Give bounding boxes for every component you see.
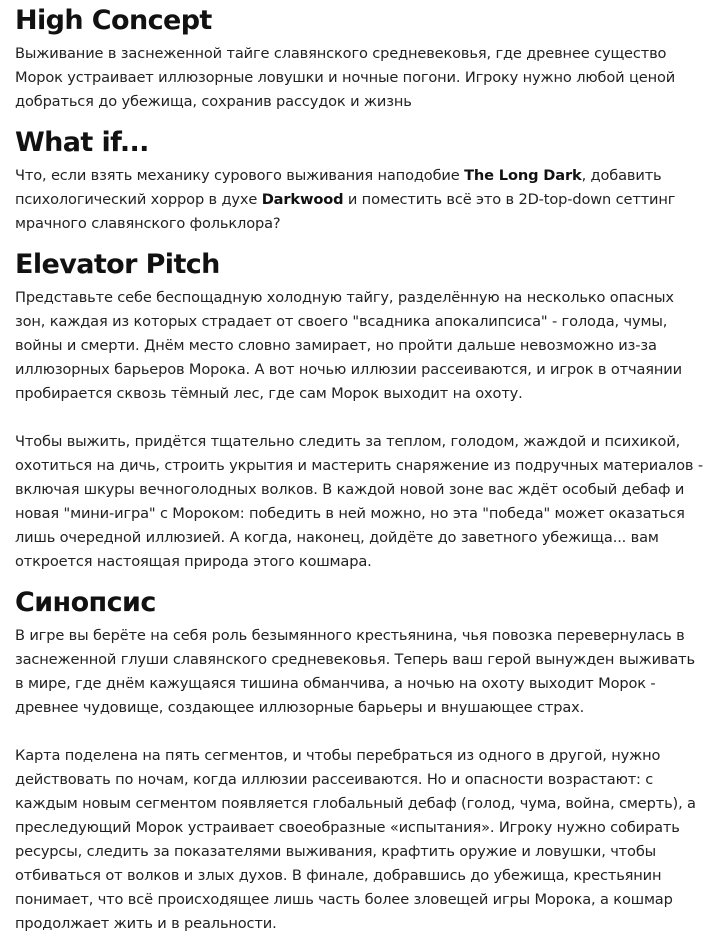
paragraph-elevator-pitch-2: Чтобы выжить, придётся тщательно следить… [15,433,703,570]
heading-elevator-pitch: Elevator Pitch [15,249,220,280]
section-high-concept: High Concept Выживание в заснеженной тай… [15,0,707,114]
paragraph-synopsis-1: В игре вы берёте на себя роль безымянног… [15,627,695,716]
heading-synopsis: Синопсис [15,587,156,618]
paragraph-synopsis-2: Карта поделена на пять сегментов, и чтоб… [15,747,696,932]
paragraph-high-concept: Выживание в заснеженной тайге славянског… [15,45,676,110]
bold-the-long-dark: The Long Dark [464,167,582,184]
heading-high-concept: High Concept [15,5,212,36]
bold-darkwood: Darkwood [261,191,344,208]
what-if-text-1: Что, если взять механику сурового выжива… [15,167,465,184]
section-synopsis: Синопсис В игре вы берёте на себя роль б… [15,582,707,936]
document: High Concept Выживание в заснеженной тай… [15,0,707,936]
heading-what-if: What if... [15,127,149,158]
paragraph-what-if: Что, если взять механику сурового выжива… [15,164,707,236]
section-what-if: What if... Что, если взять механику суро… [15,122,707,236]
paragraph-elevator-pitch-1: Представьте себе беспощадную холодную та… [15,289,682,402]
section-elevator-pitch: Elevator Pitch Представьте себе беспощад… [15,244,707,574]
